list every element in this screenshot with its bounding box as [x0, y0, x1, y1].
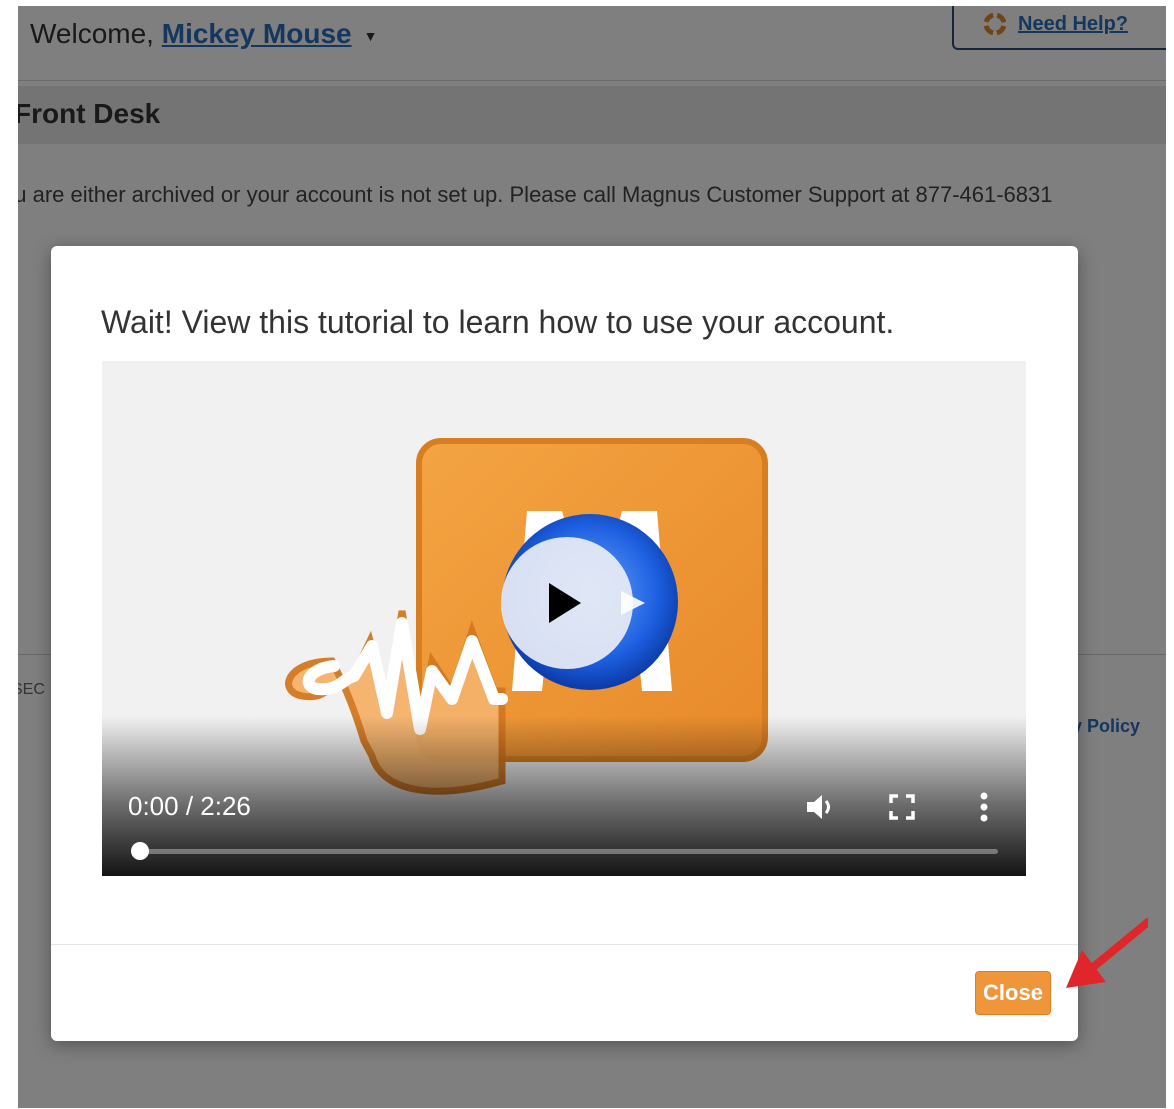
play-icon[interactable] [499, 511, 681, 693]
tutorial-modal: Wait! View this tutorial to learn how to… [51, 246, 1078, 1041]
modal-title: Wait! View this tutorial to learn how to… [101, 304, 895, 340]
more-options-icon[interactable] [966, 789, 1002, 825]
app-screen: Welcome, Mickey Mouse▼ Need Help? Front … [18, 6, 1166, 1108]
video-player[interactable]: 0:00 / 2:26 [102, 361, 1026, 876]
fullscreen-icon[interactable] [884, 789, 920, 825]
modal-footer-divider [51, 944, 1078, 945]
video-progress-bar[interactable] [131, 842, 998, 860]
time-display: 0:00 / 2:26 [128, 791, 251, 821]
volume-icon[interactable] [802, 789, 838, 825]
video-scrubber-handle[interactable] [131, 842, 149, 860]
red-arrow-annotation [1066, 918, 1148, 988]
